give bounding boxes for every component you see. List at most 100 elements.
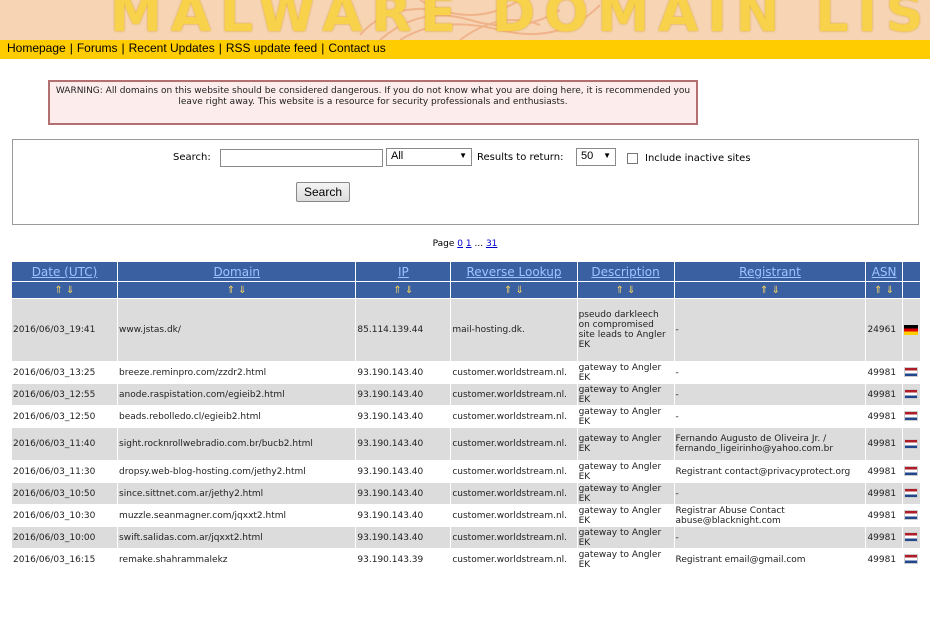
table-row: 2016/06/03_12:55 anode.raspistation.com/… <box>12 384 920 405</box>
cell-domain: anode.raspistation.com/egieib2.html <box>118 384 356 405</box>
cell-ip: 93.190.143.40 <box>356 461 451 482</box>
sort-arrows-icon[interactable]: ⇑ ⇓ <box>393 285 413 296</box>
page-link-1[interactable]: 1 <box>466 239 472 249</box>
sort-arrows-cell: ⇑ ⇓ <box>577 282 674 298</box>
search-input[interactable] <box>220 149 383 167</box>
cell-date: 2016/06/03_12:55 <box>12 384 118 405</box>
nl-flag-icon <box>903 389 918 400</box>
cell-description: gateway to Angler EK <box>577 362 674 383</box>
cell-ip: 93.190.143.39 <box>356 549 451 570</box>
sort-arrows-cell: ⇑ ⇓ <box>866 282 902 298</box>
cell-asn: 49981 <box>866 527 902 548</box>
search-scope-value: All <box>391 150 404 162</box>
sort-by-registrant-link[interactable]: Registrant <box>739 265 801 279</box>
cell-description: gateway to Angler EK <box>577 384 674 405</box>
cell-registrant: - <box>674 384 866 405</box>
cell-domain: remake.shahrammalekz <box>118 549 356 570</box>
sort-arrows-icon[interactable]: ⇑ ⇓ <box>616 285 636 296</box>
cell-domain: beads.rebolledo.cl/egieib2.html <box>118 406 356 427</box>
cell-ip: 93.190.143.40 <box>356 505 451 526</box>
sort-arrows-icon[interactable]: ⇑ ⇓ <box>227 285 247 296</box>
sort-by-domain-link[interactable]: Domain <box>213 265 260 279</box>
nl-flag-icon <box>903 532 918 543</box>
cell-date: 2016/06/03_19:41 <box>12 299 118 361</box>
sort-by-reverse-lookup-link[interactable]: Reverse Lookup <box>466 265 561 279</box>
cell-reverse-lookup: customer.worldstream.nl. <box>451 505 577 526</box>
results-body: 2016/06/03_19:41 www.jstas.dk/ 85.114.13… <box>12 299 920 570</box>
column-header-reverse-lookup: Reverse Lookup <box>451 262 577 281</box>
nav-contact[interactable]: Contact us <box>328 41 385 55</box>
cell-description: gateway to Angler EK <box>577 505 674 526</box>
cell-registrant: - <box>674 527 866 548</box>
sort-by-asn-link[interactable]: ASN <box>872 265 897 279</box>
cell-asn: 49981 <box>866 483 902 504</box>
page-link-0[interactable]: 0 <box>457 239 463 249</box>
cell-reverse-lookup: customer.worldstream.nl. <box>451 428 577 460</box>
de-flag-icon <box>903 324 918 335</box>
cell-asn: 49981 <box>866 505 902 526</box>
cell-registrant: - <box>674 483 866 504</box>
nav-separator: | <box>218 41 222 55</box>
results-table: Date (UTC) Domain IP Reverse Lookup Desc… <box>11 261 921 571</box>
search-label: Search: <box>173 152 211 163</box>
column-header-flag <box>902 262 920 281</box>
table-row: 2016/06/03_16:15 remake.shahrammalekz 93… <box>12 549 920 570</box>
cell-domain: since.sittnet.com.ar/jethy2.html <box>118 483 356 504</box>
cell-date: 2016/06/03_13:25 <box>12 362 118 383</box>
sort-arrows-icon[interactable]: ⇑ ⇓ <box>504 285 524 296</box>
sort-by-ip-link[interactable]: IP <box>398 265 409 279</box>
sort-arrows-icon[interactable]: ⇑ ⇓ <box>874 285 894 296</box>
cell-ip: 93.190.143.40 <box>356 362 451 383</box>
cell-description: gateway to Angler EK <box>577 461 674 482</box>
table-row: 2016/06/03_19:41 www.jstas.dk/ 85.114.13… <box>12 299 920 361</box>
cell-asn: 49981 <box>866 384 902 405</box>
cell-registrant: Registrant email@gmail.com <box>674 549 866 570</box>
cell-ip: 93.190.143.40 <box>356 483 451 504</box>
table-row: 2016/06/03_10:00 swift.salidas.com.ar/jq… <box>12 527 920 548</box>
nav-recent-updates[interactable]: Recent Updates <box>129 41 215 55</box>
cell-ip: 93.190.143.40 <box>356 406 451 427</box>
page-link-last[interactable]: 31 <box>486 239 497 249</box>
warning-text: WARNING: All domains on this website sho… <box>55 86 691 107</box>
nl-flag-icon <box>903 554 918 565</box>
cell-date: 2016/06/03_12:50 <box>12 406 118 427</box>
cell-domain: breeze.reminpro.com/zzdr2.html <box>118 362 356 383</box>
cell-date: 2016/06/03_11:30 <box>12 461 118 482</box>
include-inactive-checkbox[interactable] <box>627 153 638 164</box>
sort-arrows-cell: ⇑ ⇓ <box>451 282 577 298</box>
sort-by-description-link[interactable]: Description <box>591 265 659 279</box>
nav-homepage[interactable]: Homepage <box>7 41 66 55</box>
chevron-down-icon: ▼ <box>459 151 467 160</box>
cell-asn: 24961 <box>866 299 902 361</box>
site-banner: MALWARE DOMAIN LIST <box>0 0 930 40</box>
cell-date: 2016/06/03_10:30 <box>12 505 118 526</box>
cell-registrant: Fernando Augusto de Oliveira Jr. / ferna… <box>674 428 866 460</box>
include-inactive-label: Include inactive sites <box>645 153 751 164</box>
warning-box: WARNING: All domains on this website sho… <box>48 80 698 125</box>
cell-description: gateway to Angler EK <box>577 483 674 504</box>
cell-ip: 93.190.143.40 <box>356 384 451 405</box>
sort-arrows-icon[interactable]: ⇑ ⇓ <box>760 285 780 296</box>
results-count-select[interactable]: 50 ▼ <box>576 148 616 166</box>
sort-arrows-icon[interactable]: ⇑ ⇓ <box>55 285 75 296</box>
cell-date: 2016/06/03_16:15 <box>12 549 118 570</box>
cell-domain: www.jstas.dk/ <box>118 299 356 361</box>
cell-registrant: Registrar Abuse Contact abuse@blacknight… <box>674 505 866 526</box>
column-header-date: Date (UTC) <box>12 262 118 281</box>
cell-registrant: - <box>674 406 866 427</box>
pagination: Page 0 1 ... 31 <box>0 239 930 249</box>
cell-asn: 49981 <box>866 461 902 482</box>
nl-flag-icon <box>903 466 918 477</box>
sort-by-date-link[interactable]: Date (UTC) <box>32 265 98 279</box>
nav-forums[interactable]: Forums <box>77 41 118 55</box>
cell-date: 2016/06/03_10:00 <box>12 527 118 548</box>
cell-domain: sight.rocknrollwebradio.com.br/bucb2.htm… <box>118 428 356 460</box>
chevron-down-icon: ▼ <box>603 151 611 160</box>
nl-flag-icon <box>903 510 918 521</box>
search-button[interactable]: Search <box>296 182 350 202</box>
cell-asn: 49981 <box>866 362 902 383</box>
nav-rss-feed[interactable]: RSS update feed <box>226 41 317 55</box>
search-panel: Search: All ▼ Results to return: 50 ▼ In… <box>12 139 919 225</box>
search-scope-select[interactable]: All ▼ <box>386 148 472 166</box>
cell-description: gateway to Angler EK <box>577 406 674 427</box>
